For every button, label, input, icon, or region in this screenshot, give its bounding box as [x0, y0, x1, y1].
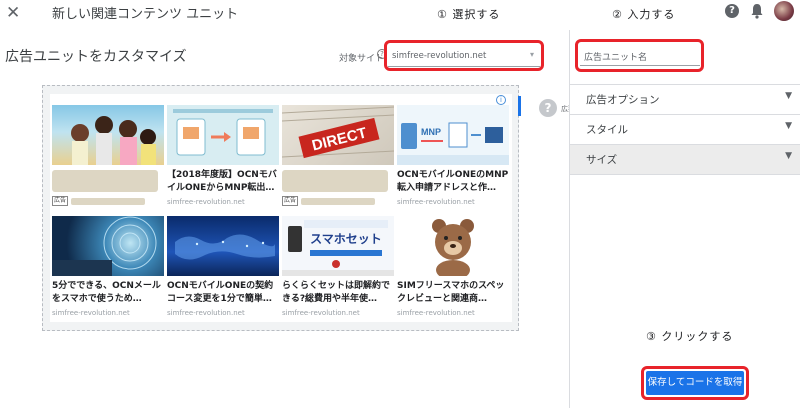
- chevron-down-icon: ▼: [785, 91, 792, 101]
- ad-source-placeholder: [71, 197, 146, 205]
- phone-set-text: スマホセット: [310, 232, 382, 246]
- highlight-name-input: [575, 39, 704, 72]
- thumbnail-bear: [397, 216, 509, 276]
- adchoices-icon[interactable]: i: [496, 95, 506, 105]
- help-icon[interactable]: ?: [725, 4, 739, 18]
- thumbnail-phone: スマホセット: [282, 216, 394, 276]
- tile-source: simfree-revolution.net: [167, 198, 245, 206]
- tile-source: simfree-revolution.net: [52, 309, 130, 317]
- chevron-down-icon: ▼: [785, 121, 792, 131]
- tile-caption: OCNモバイルONEの契約コース変更を1分で簡単…: [167, 281, 274, 304]
- tile-source: simfree-revolution.net: [282, 309, 360, 317]
- ad-source-placeholder: [301, 197, 376, 205]
- ad-tile[interactable]: 広告: [52, 105, 164, 206]
- mnp-text: MNP: [421, 127, 441, 137]
- step-2-note: ② 入力する: [612, 8, 676, 21]
- close-icon[interactable]: ✕: [6, 3, 20, 23]
- tile-source: simfree-revolution.net: [167, 309, 245, 317]
- preview-scroll-indicator: [518, 96, 521, 116]
- avatar[interactable]: [774, 1, 794, 21]
- page-title: 新しい関連コンテンツ ユニット: [52, 7, 239, 22]
- tile-caption: 5分でできる、OCNメールをスマホで使うため…: [52, 281, 161, 304]
- step-3-note: ③ クリックする: [646, 330, 734, 343]
- content-tile[interactable]: MNP OCNモバイルONEのMNP転入申請アドレスと作… simfree-re…: [397, 105, 509, 206]
- panel-row-label: スタイル: [586, 124, 628, 136]
- highlight-save-button: [641, 366, 749, 400]
- bell-icon[interactable]: [750, 3, 764, 19]
- side-help-icon[interactable]: ?: [539, 99, 557, 117]
- ad-text-placeholder: [52, 170, 158, 192]
- ad-source-row: 広告: [52, 196, 164, 206]
- highlight-site-select: [384, 40, 544, 71]
- thumbnail-people: [52, 105, 164, 165]
- ad-text-placeholder: [282, 170, 388, 192]
- panel-row-size[interactable]: サイズ ▼: [570, 144, 800, 174]
- tile-source: simfree-revolution.net: [397, 198, 475, 206]
- thumbnail-map: [167, 216, 279, 276]
- ad-badge: 広告: [52, 196, 69, 206]
- thumbnail-direct: DIRECT: [282, 105, 394, 165]
- thumbnail-tech: [52, 216, 164, 276]
- panel-row-style[interactable]: スタイル ▼: [570, 114, 800, 144]
- top-bar: ✕ 新しい関連コンテンツ ユニット ?: [0, 0, 800, 30]
- thumbnail-mnp: MNP: [397, 105, 509, 165]
- content-tile[interactable]: 5分でできる、OCNメールをスマホで使うため… simfree-revoluti…: [52, 216, 164, 317]
- side-help-text: 広要のよ確: [561, 105, 569, 113]
- customize-heading: 広告ユニットをカスタマイズ: [5, 49, 187, 65]
- content-tile[interactable]: 【2018年度版】OCNモバイルONEからMNP転出… simfree-revo…: [167, 105, 279, 206]
- tile-caption: SIMフリースマホのスペックレビューと関連商…: [397, 281, 505, 304]
- thumbnail-sim: [167, 105, 279, 165]
- content-tile[interactable]: スマホセット らくらくセットは即解約できる?総費用や半年使… simfree-r…: [282, 216, 394, 317]
- ad-source-row: 広告: [282, 196, 394, 206]
- panel-row-ad-options[interactable]: 広告オプション ▼: [570, 84, 800, 114]
- tile-caption: 【2018年度版】OCNモバイルONEからMNP転出…: [167, 170, 277, 193]
- step-1-note: ① 選択する: [437, 8, 501, 21]
- panel-row-label: サイズ: [586, 154, 618, 166]
- ad-tile[interactable]: DIRECT 広告: [282, 105, 394, 206]
- content-tile[interactable]: OCNモバイルONEの契約コース変更を1分で簡単… simfree-revolu…: [167, 216, 279, 317]
- ad-badge: 広告: [282, 196, 299, 206]
- chevron-down-icon: ▼: [785, 151, 792, 161]
- panel-divider-bottom: [570, 174, 800, 175]
- tile-source: simfree-revolution.net: [397, 309, 475, 317]
- tile-caption: OCNモバイルONEのMNP転入申請アドレスと作…: [397, 170, 509, 193]
- panel-row-label: 広告オプション: [586, 94, 660, 106]
- content-tile[interactable]: SIMフリースマホのスペックレビューと関連商… simfree-revoluti…: [397, 216, 509, 317]
- tile-caption: らくらくセットは即解約できる?総費用や半年使…: [282, 281, 391, 304]
